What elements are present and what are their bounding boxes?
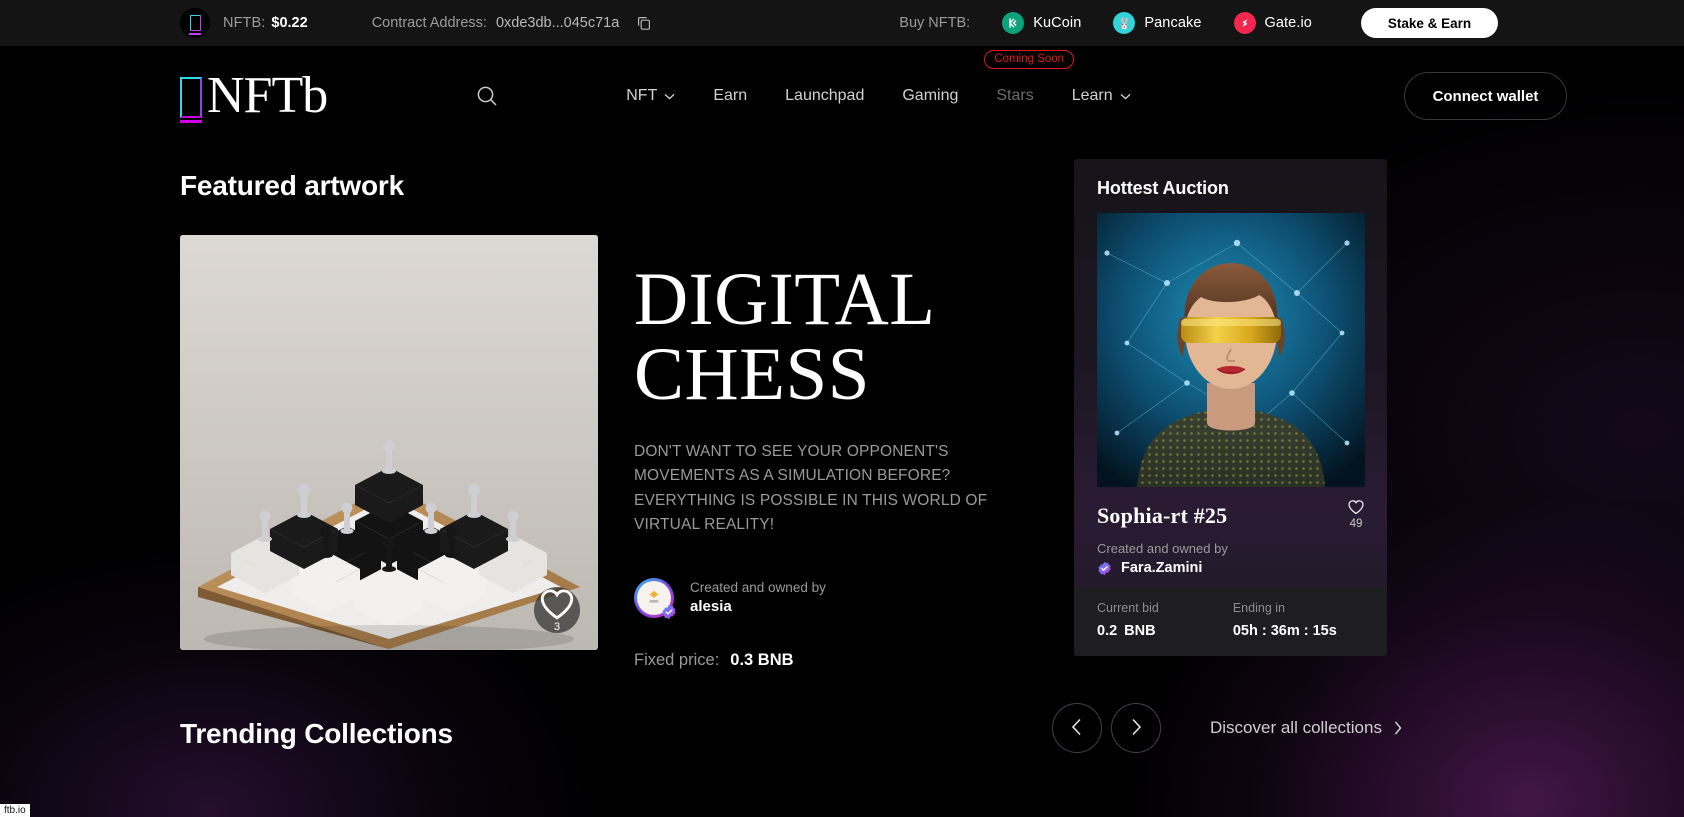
nav-item-label: NFT [626, 87, 658, 104]
exchange-link-pancake[interactable]: 🐰 Pancake [1113, 12, 1201, 34]
nav-item-earn[interactable]: Earn [713, 87, 747, 105]
connect-wallet-button[interactable]: Connect wallet [1404, 72, 1567, 120]
discover-all-collections-link[interactable]: Discover all collections [1210, 718, 1402, 738]
ending-in-block: Ending in 05h : 36m : 15s [1233, 601, 1337, 656]
ending-in-label: Ending in [1232, 601, 1285, 615]
nav-item-label: Learn [1071, 87, 1113, 104]
exchange-link-gateio[interactable]: Gate.io [1233, 12, 1312, 34]
buy-nftb-label: Buy NFTB: [899, 15, 971, 31]
contract-address-value: 0xde3db...045c71a [495, 15, 620, 31]
chevron-right-icon [1394, 721, 1402, 735]
featured-creator-row[interactable]: Created and owned by alesia [634, 577, 1074, 620]
created-owned-label: Created and owned by [690, 580, 826, 596]
hottest-auction-heading: Hottest Auction [1097, 178, 1229, 198]
featured-artwork-details: DIGITAL CHESS DON'T WANT TO SEE YOUR OPP… [634, 262, 1074, 670]
current-bid-amount: 0.2 [1097, 623, 1118, 639]
main-navigation: NFTb NFT Earn Launchpad Gaming Coming So… [0, 46, 1684, 146]
auction-owner-row[interactable]: Fara.Zamini [1097, 560, 1364, 576]
exchange-link-kucoin[interactable]: KuCoin [1002, 12, 1081, 34]
featured-artwork-image[interactable]: 3 [180, 235, 598, 650]
nftb-token-icon [180, 8, 210, 38]
search-icon[interactable] [474, 83, 500, 109]
gateio-icon [1233, 12, 1256, 34]
brand-mark-icon [179, 76, 203, 123]
price-value: 0.3 BNB [730, 650, 794, 669]
creator-name: alesia [690, 598, 732, 616]
kucoin-icon [1002, 12, 1025, 34]
nav-item-gaming[interactable]: Gaming [902, 87, 958, 105]
ending-in-value: 05h : 36m : 15s [1232, 623, 1337, 639]
token-label: NFTB: [223, 15, 266, 31]
current-bid-unit: BNB [1124, 623, 1156, 639]
collections-carousel-controls: Discover all collections [1052, 703, 1402, 753]
pancake-icon: 🐰 [1113, 12, 1136, 34]
auction-item-title: Sophia-rt #25 [1097, 503, 1228, 528]
nav-item-label: Gaming [902, 87, 959, 104]
auction-created-label: Created and owned by [1097, 541, 1228, 556]
status-tag: ftb.io [0, 804, 30, 817]
price-label: Fixed price: [634, 650, 720, 669]
verified-badge-icon [1097, 561, 1112, 576]
nav-item-label: Earn [713, 87, 748, 104]
featured-price-row: Fixed price: 0.3 BNB [634, 651, 1074, 670]
auction-owner-name: Fara.Zamini [1121, 560, 1203, 576]
hottest-auction-card[interactable]: Hottest Auction Sophia-rt #25 49 Created… [1074, 159, 1387, 656]
nav-item-launchpad[interactable]: Launchpad [785, 87, 864, 105]
brand-name: NFTb [207, 67, 328, 125]
auction-like-button[interactable]: 49 [1347, 499, 1365, 530]
featured-like-button[interactable]: 3 [534, 587, 580, 633]
nav-item-learn[interactable]: Learn [1072, 87, 1131, 105]
copy-icon[interactable] [635, 14, 653, 32]
stake-and-earn-button[interactable]: Stake & Earn [1360, 8, 1498, 38]
brand-logo[interactable]: NFTb [179, 67, 328, 125]
exchange-name: Gate.io [1264, 15, 1312, 31]
auction-details: Sophia-rt #25 49 Created and owned by Fa… [1074, 487, 1387, 576]
carousel-prev-button[interactable] [1052, 703, 1102, 753]
sophia-rt-artwork [1096, 213, 1365, 487]
top-info-bar: NFTB: $0.22 Contract Address: 0xde3db...… [0, 0, 1684, 46]
auction-artwork-image[interactable] [1096, 213, 1365, 487]
featured-title-line2: CHESS [634, 333, 870, 416]
chevron-down-icon [1120, 93, 1131, 100]
featured-artwork-title: Featured artwork [180, 170, 404, 201]
avatar [634, 577, 677, 620]
coming-soon-badge: Coming Soon [984, 50, 1075, 69]
chevron-right-icon [1130, 718, 1142, 739]
discover-label: Discover all collections [1210, 718, 1382, 737]
contract-address-label: Contract Address: [371, 15, 487, 31]
nav-item-stars[interactable]: Coming Soon Stars [984, 50, 1075, 105]
nav-links: NFT Earn Launchpad Gaming Coming Soon St… [626, 50, 1168, 105]
featured-like-count: 3 [553, 621, 561, 633]
nav-item-label: Stars [996, 87, 1034, 104]
exchange-name: KuCoin [1033, 15, 1082, 31]
current-bid-value: 0.2 BNB [1097, 623, 1159, 639]
token-price: $0.22 [271, 15, 308, 31]
page-root: NFTB: $0.22 Contract Address: 0xde3db...… [0, 0, 1684, 817]
nav-item-nft[interactable]: NFT [626, 87, 675, 105]
trending-collections-title: Trending Collections [180, 718, 453, 749]
auction-like-count: 49 [1349, 518, 1363, 530]
exchange-name: Pancake [1144, 15, 1202, 31]
chevron-down-icon [664, 93, 675, 100]
carousel-next-button[interactable] [1111, 703, 1161, 753]
featured-title-line1: DIGITAL [634, 258, 936, 341]
current-bid-label: Current bid [1097, 601, 1159, 615]
nav-item-label: Launchpad [785, 87, 865, 104]
chevron-left-icon [1071, 718, 1083, 739]
current-bid-block: Current bid 0.2 BNB [1097, 601, 1159, 656]
featured-description: DON'T WANT TO SEE YOUR OPPONENT'S MOVEME… [634, 443, 988, 534]
auction-footer: Current bid 0.2 BNB Ending in 05h : 36m :… [1074, 588, 1387, 656]
verified-badge-icon [661, 604, 677, 620]
heart-icon [1348, 500, 1364, 515]
heart-icon [540, 589, 574, 620]
